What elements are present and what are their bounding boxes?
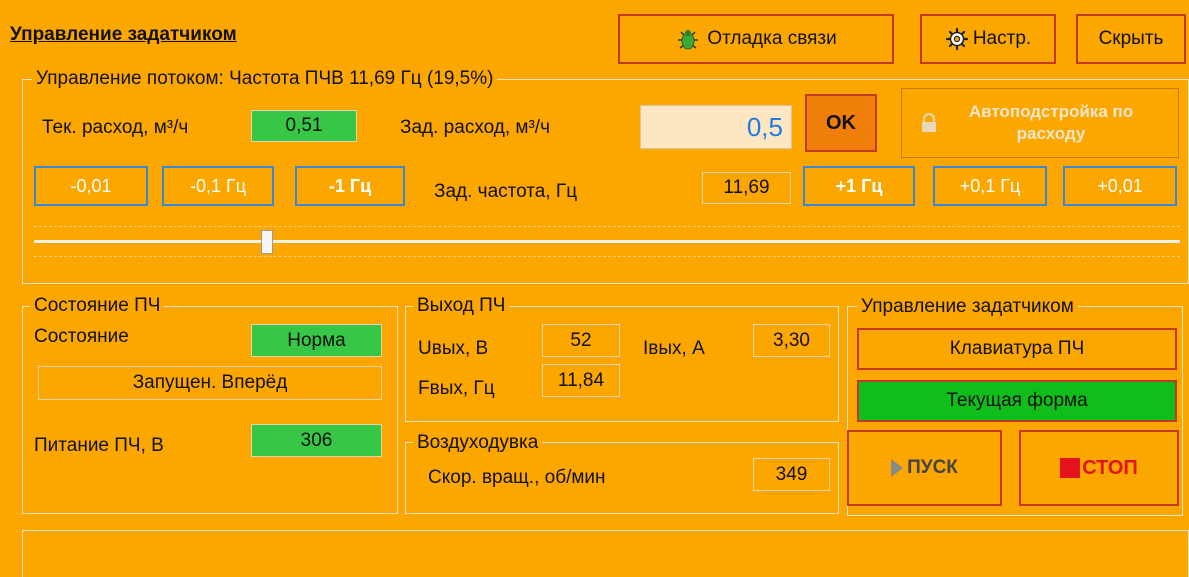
state-value: Норма [251,324,382,357]
vfd-state-group-title: Состояние ПЧ [30,295,165,317]
supply-label: Питание ПЧ, В [34,435,164,456]
set-flow-label: Зад. расход, м³/ч [400,117,550,138]
u-out-value: 52 [542,324,620,357]
stop-label: СТОП [1082,456,1138,479]
current-flow-value: 0,51 [251,110,357,142]
vfd-output-group-title: Выход ПЧ [413,295,510,317]
set-frequency-value: 11,69 [702,172,791,204]
status-bar [22,530,1189,577]
stop-icon [1060,458,1081,478]
debug-connection-button[interactable]: Отладка связи [618,14,894,64]
set-frequency-label: Зад. частота, Гц [434,181,578,202]
autotune-label: Автоподстройка по расходу [968,102,1134,143]
vfd-keyboard-button[interactable]: Клавиатура ПЧ [857,328,1177,370]
start-label: ПУСК [907,457,958,478]
u-out-label: Uвых, В [418,338,489,359]
bug-icon [675,26,701,52]
slider-ticks-top [34,226,1180,227]
step-plus-1-hz-button[interactable]: +1 Гц [803,166,915,206]
settings-button[interactable]: Настр. [920,14,1056,64]
f-out-label: Fвых, Гц [418,378,495,399]
blower-group-title: Воздуходувка [413,432,543,454]
lock-icon [918,112,940,134]
i-out-value: 3,30 [753,324,830,357]
autotune-button[interactable]: Автоподстройка по расходу [901,88,1179,158]
page-title: Управление задатчиком [10,24,237,45]
flow-control-group-title: Управление потоком: Частота ПЧВ 11,69 Гц… [32,68,498,90]
frequency-slider[interactable] [34,222,1180,262]
supply-value: 306 [251,424,382,457]
blower-speed-label: Скор. вращ., об/мин [428,467,606,488]
debug-connection-label: Отладка связи [707,28,837,49]
current-form-button[interactable]: Текущая форма [857,380,1177,422]
step-minus-0-01-button[interactable]: -0,01 [34,166,148,206]
running-status: Запущен. Вперёд [38,366,382,400]
slider-track [34,240,1180,243]
slider-thumb[interactable] [261,230,273,254]
slider-ticks-bottom [34,256,1180,257]
start-button[interactable]: ПУСК [847,430,1002,506]
state-label: Состояние [34,326,129,347]
step-plus-0-1-hz-button[interactable]: +0,1 Гц [933,166,1047,206]
step-minus-1-hz-button[interactable]: -1 Гц [295,166,405,206]
i-out-label: Iвых, А [643,338,705,359]
f-out-value: 11,84 [542,364,620,397]
set-flow-input[interactable] [640,105,792,149]
ok-button[interactable]: OK [805,94,877,152]
hide-button[interactable]: Скрыть [1076,14,1186,64]
setpoint-control-group-title: Управление задатчиком [857,296,1078,318]
step-minus-0-1-hz-button[interactable]: -0,1 Гц [162,166,274,206]
stop-button[interactable]: СТОП [1019,430,1179,506]
blower-speed-value: 349 [753,458,830,491]
gear-icon [945,27,969,51]
play-icon [891,459,904,477]
step-plus-0-01-button[interactable]: +0,01 [1063,166,1177,206]
settings-label: Настр. [972,28,1032,49]
current-flow-label: Тек. расход, м³/ч [42,117,189,138]
